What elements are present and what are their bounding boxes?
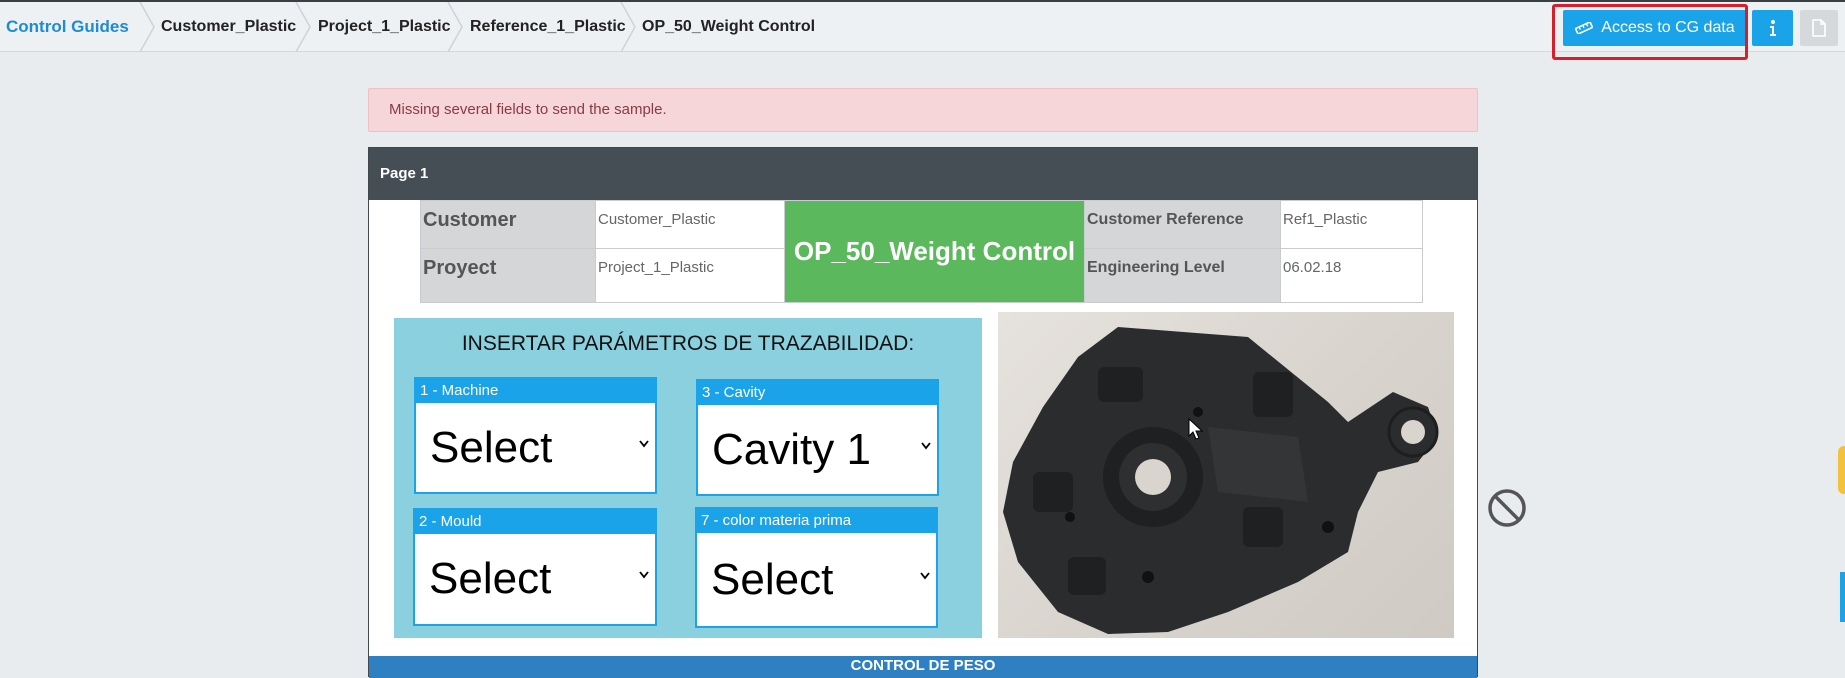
chevron-down-icon: [920, 571, 930, 579]
side-scroll-indicator: [1840, 572, 1845, 622]
breadcrumb-separator-icon: [447, 2, 463, 52]
ban-icon: [1488, 489, 1526, 527]
customer-reference-value: Ref1_Plastic: [1280, 200, 1423, 249]
traceability-title: INSERTAR PARÁMETROS DE TRAZABILIDAD:: [461, 332, 915, 355]
mould-select[interactable]: 2 - Mould Select: [413, 508, 657, 626]
cavity-value: Cavity 1: [712, 424, 871, 474]
info-button[interactable]: [1752, 10, 1793, 46]
traceability-box: INSERTAR PARÁMETROS DE TRAZABILIDAD: 1 -…: [394, 318, 982, 638]
project-label: Proyect: [420, 248, 596, 303]
engineering-level-value: 06.02.18: [1280, 248, 1423, 303]
breadcrumb-control-guides[interactable]: Control Guides: [6, 2, 129, 52]
customer-reference-label: Customer Reference: [1084, 200, 1281, 249]
breadcrumb-separator-icon: [139, 2, 155, 52]
customer-value: Customer_Plastic: [595, 200, 785, 249]
breadcrumb-separator-icon: [620, 2, 636, 52]
chevron-down-icon: [639, 571, 649, 579]
cavity-select[interactable]: 3 - Cavity Cavity 1: [696, 379, 939, 496]
top-bar: Control Guides Customer_Plastic Project_…: [0, 0, 1845, 60]
color-materia-prima-label: 7 - color materia prima: [697, 509, 936, 533]
part-photo: [998, 312, 1454, 638]
color-materia-prima-value: Select: [711, 554, 834, 604]
plastic-part-image: [1003, 327, 1439, 634]
mouse-cursor-icon: [1188, 418, 1204, 440]
page-panel: Page 1 Customer Customer_Plastic OP_50_W…: [368, 147, 1478, 678]
chevron-down-icon: [639, 439, 649, 447]
breadcrumb-operation[interactable]: OP_50_Weight Control: [642, 2, 815, 52]
section-weight-control: CONTROL DE PESO: [369, 656, 1477, 678]
document-button[interactable]: [1800, 10, 1838, 46]
mould-value: Select: [429, 554, 552, 603]
machine-select[interactable]: 1 - Machine Select: [414, 377, 657, 494]
mould-label: 2 - Mould: [415, 510, 655, 534]
side-feedback-tab[interactable]: [1838, 446, 1845, 494]
color-materia-prima-select[interactable]: 7 - color materia prima Select: [695, 507, 938, 628]
engineering-level-label: Engineering Level: [1084, 248, 1281, 303]
panel-title: Page 1: [369, 148, 1477, 200]
project-value: Project_1_Plastic: [595, 248, 785, 303]
header-info-table: Customer Customer_Plastic OP_50_Weight C…: [420, 200, 1423, 303]
chevron-down-icon: [921, 441, 931, 449]
info-icon: [1769, 20, 1776, 36]
operation-title: OP_50_Weight Control: [784, 200, 1085, 303]
highlight-box: [1552, 4, 1748, 60]
breadcrumb-customer[interactable]: Customer_Plastic: [161, 2, 296, 52]
machine-value: Select: [430, 422, 553, 472]
cavity-label: 3 - Cavity: [698, 381, 937, 405]
breadcrumb-separator-icon: [295, 2, 311, 52]
alert-missing-fields: Missing several fields to send the sampl…: [368, 88, 1478, 132]
machine-label: 1 - Machine: [416, 379, 655, 403]
document-icon: [1812, 19, 1826, 37]
breadcrumb-reference[interactable]: Reference_1_Plastic: [470, 2, 626, 52]
breadcrumb-project[interactable]: Project_1_Plastic: [318, 2, 451, 52]
customer-label: Customer: [420, 200, 596, 249]
